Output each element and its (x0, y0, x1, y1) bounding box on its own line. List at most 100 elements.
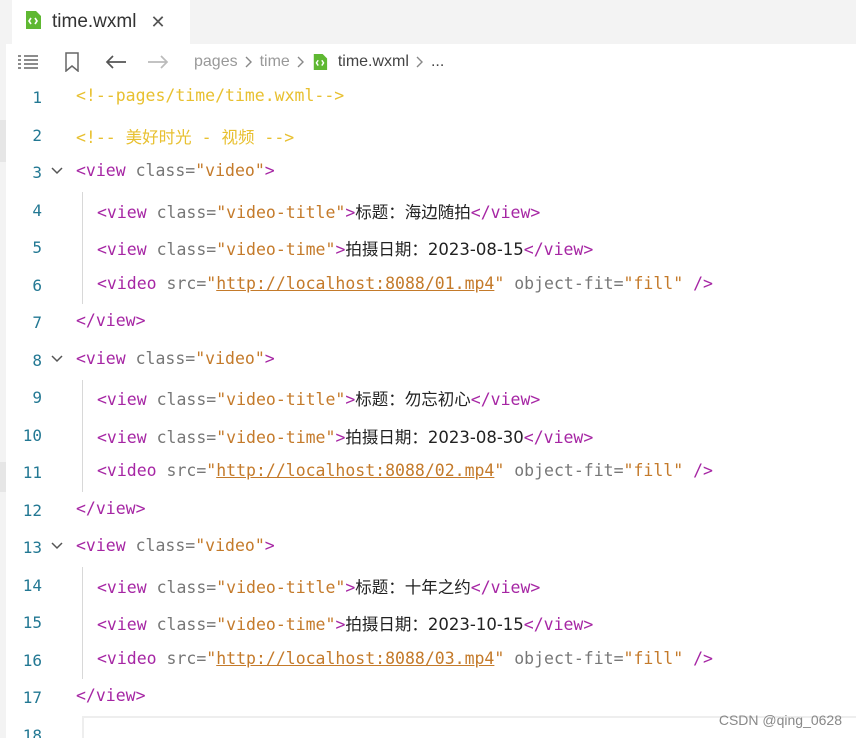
code-token: " (494, 461, 505, 480)
code-token: " (206, 648, 217, 668)
code-token: > (345, 577, 356, 597)
code-line[interactable]: 3 <view class="video"> (6, 155, 856, 193)
code-token: </view> (523, 615, 594, 634)
code-line[interactable]: 12 </view> (6, 493, 856, 531)
code-token: "video" (195, 348, 265, 368)
line-number: 6 (32, 275, 42, 295)
code-token: " (206, 461, 217, 480)
code-line[interactable]: 4 <view class="video-title">标题：海边随拍</view… (6, 193, 856, 231)
code-token: "video" (195, 161, 265, 180)
code-text: <view class="video"> (76, 349, 275, 368)
chevron-right-icon (245, 56, 253, 68)
back-arrow-icon[interactable] (104, 50, 128, 74)
code-line[interactable]: 11 <video src="http://localhost:8088/02.m… (6, 455, 856, 493)
code-token: class= (125, 536, 196, 555)
code-token: class= (146, 427, 217, 447)
code-token: <view (97, 240, 147, 259)
watermark: CSDN @qing_0628 (718, 712, 842, 728)
code-token: "fill" (623, 461, 684, 480)
code-text: <video src="http://localhost:8088/03.mp4… (97, 649, 713, 668)
editor-toolbar: pages time time.wxml ... (6, 44, 856, 80)
line-number: 9 (32, 388, 42, 407)
breadcrumb-item-time[interactable]: time (260, 53, 290, 71)
code-line[interactable]: 15 <view class="video-time">拍摄日期：2023-10-… (6, 605, 856, 643)
line-number: 2 (32, 125, 42, 145)
code-token: <view (76, 161, 126, 180)
line-number: 16 (22, 650, 42, 670)
code-token: </view> (523, 427, 594, 447)
code-text: <view class="video-title">标题：海边随拍</view> (97, 199, 540, 223)
code-line[interactable]: 9 <view class="video-title">标题：勿忘初心</view… (6, 380, 856, 418)
bookmark-icon[interactable] (60, 50, 84, 74)
code-token: 美好时光 - 视频 (125, 127, 255, 147)
code-token: "video" (195, 536, 265, 555)
code-line[interactable]: 14 <view class="video-title">标题：十年之约</vie… (6, 568, 856, 606)
code-link[interactable]: http://localhost:8088/03.mp4 (216, 649, 494, 668)
line-number: 7 (32, 313, 42, 332)
fold-chevron-icon[interactable] (50, 163, 64, 177)
code-token: > (335, 615, 346, 634)
code-line[interactable]: 7 </view> (6, 305, 856, 343)
code-line[interactable]: 2 <!-- 美好时光 - 视频 --> (6, 118, 856, 156)
line-number: 12 (22, 500, 42, 520)
line-number: 11 (22, 463, 42, 482)
code-token: "video-title" (216, 202, 346, 222)
code-token: "video-time" (216, 240, 336, 259)
breadcrumb-item-file[interactable]: time.wxml (338, 53, 409, 71)
code-link[interactable]: http://localhost:8088/01.mp4 (216, 274, 494, 293)
code-token: " (206, 273, 217, 293)
code-token: src= (156, 648, 207, 668)
code-line[interactable]: 10 <view class="video-time">拍摄日期：2023-08-… (6, 418, 856, 456)
line-number: 18 (22, 725, 42, 738)
code-token: /> (683, 648, 713, 668)
code-token: src= (156, 273, 207, 293)
code-token: "video-title" (216, 577, 346, 597)
tab-time-wxml[interactable]: time.wxml ✕ (12, 0, 190, 44)
code-text: </view> (76, 311, 146, 330)
code-link[interactable]: http://localhost:8088/02.mp4 (216, 461, 494, 480)
code-line[interactable]: 1 <!--pages/time/time.wxml--> (6, 80, 856, 118)
fold-chevron-icon[interactable] (50, 538, 64, 552)
code-token: " (494, 273, 505, 293)
code-text: <view class="video"> (76, 161, 275, 180)
code-token: "video-time" (216, 615, 336, 634)
code-text: </view> (76, 686, 146, 705)
line-number: 10 (22, 425, 42, 445)
code-token: class= (125, 348, 196, 368)
code-line[interactable]: 13 <view class="video"> (6, 530, 856, 568)
line-number: 8 (32, 350, 42, 370)
fold-chevron-icon[interactable] (50, 351, 64, 365)
code-line[interactable]: 8 <view class="video"> (6, 343, 856, 381)
code-token: </view> (76, 498, 146, 518)
code-token: " (494, 648, 505, 668)
code-token: <!--pages/time/time.wxml--> (76, 86, 345, 105)
code-text: <view class="video-time">拍摄日期：2023-08-15… (97, 236, 593, 260)
forward-arrow-icon[interactable] (146, 50, 170, 74)
code-text: </view> (76, 499, 146, 518)
code-editor[interactable]: 1 <!--pages/time/time.wxml--> 2 <!-- 美好时光 -… (6, 80, 856, 738)
code-line[interactable]: 6 <video src="http://localhost:8088/01.mp… (6, 268, 856, 306)
code-line[interactable]: 16 <video src="http://localhost:8088/03.m… (6, 643, 856, 681)
code-token: 标题：海边随拍 (355, 202, 471, 222)
code-token: 拍摄日期：2023-08-30 (345, 427, 524, 447)
line-number: 4 (32, 200, 42, 220)
code-token: "fill" (623, 648, 684, 668)
code-token: class= (146, 615, 217, 634)
code-line[interactable]: 5 <view class="video-time">拍摄日期：2023-08-1… (6, 230, 856, 268)
close-icon[interactable]: ✕ (150, 12, 165, 33)
wxml-file-icon (312, 53, 328, 71)
code-text: <view class="video"> (76, 536, 275, 555)
code-token: 标题：勿忘初心 (355, 390, 471, 409)
breadcrumb-item-more[interactable]: ... (431, 53, 444, 71)
code-token: > (264, 161, 275, 180)
chevron-right-icon (297, 56, 305, 68)
code-token: class= (146, 390, 217, 409)
code-token: "fill" (623, 273, 684, 293)
code-token: </view> (470, 390, 541, 409)
code-token: class= (146, 577, 217, 597)
list-icon[interactable] (16, 50, 40, 74)
code-token: class= (146, 240, 217, 259)
tab-title: time.wxml (52, 11, 137, 32)
breadcrumb-item-pages[interactable]: pages (194, 53, 238, 71)
code-token: 标题：十年之约 (355, 577, 471, 597)
